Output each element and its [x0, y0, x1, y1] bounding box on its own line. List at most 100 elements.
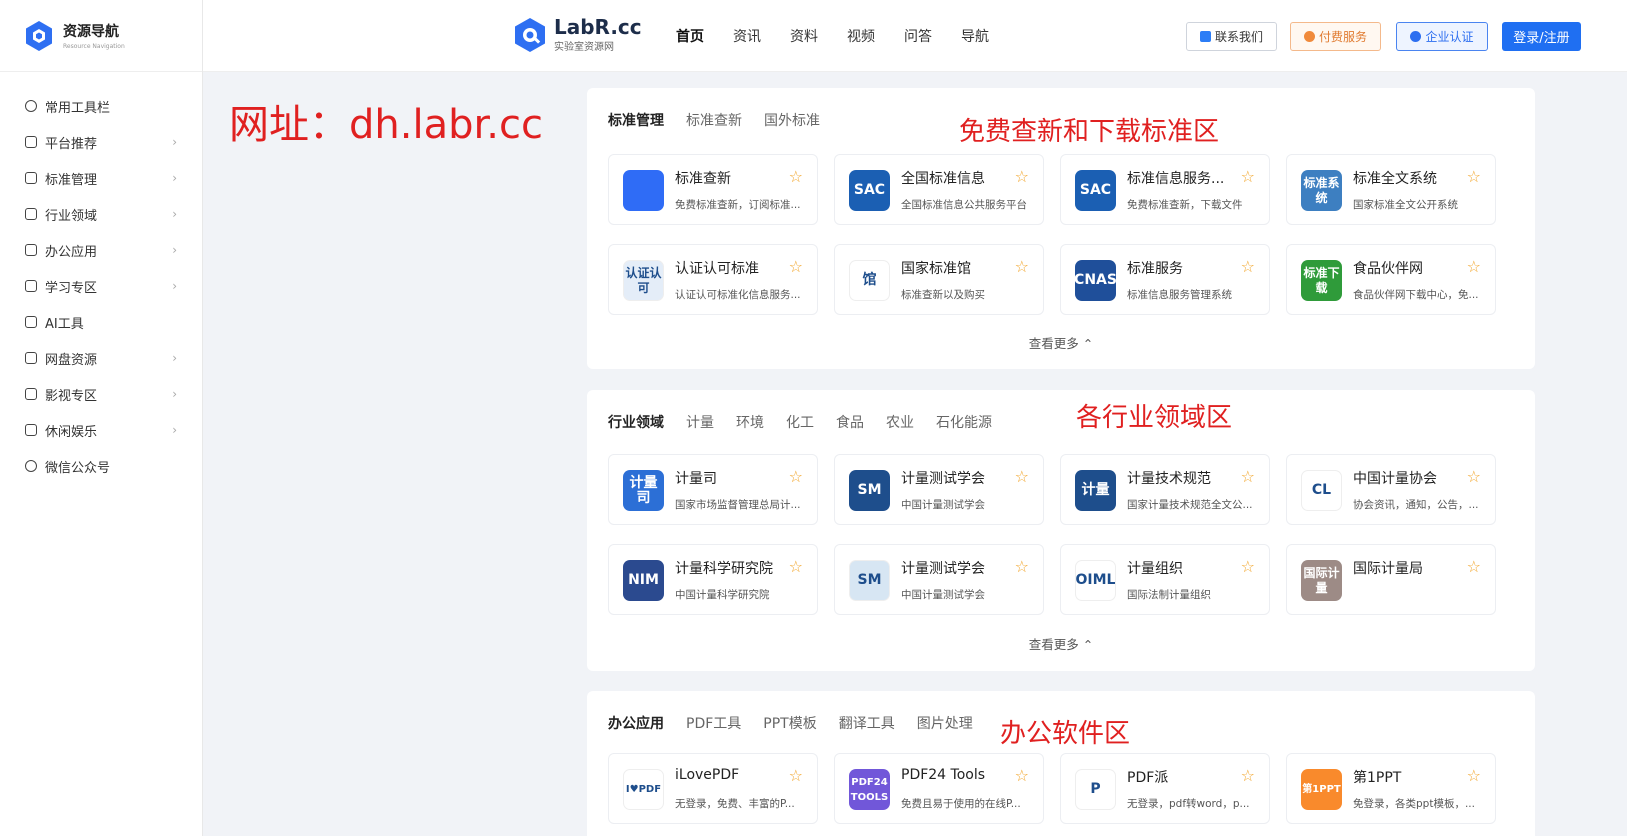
sidebar-item-label: 休闲娱乐	[45, 424, 98, 440]
resource-card[interactable]: SAC 全国标准信息 全国标准信息公共服务平台 ☆	[834, 154, 1044, 225]
star-favorite-icon[interactable]: ☆	[789, 766, 803, 785]
sidebar-logo[interactable]: 资源导航 Resource Navigation	[0, 0, 202, 72]
brand-subtitle: 实验室资源网	[554, 42, 614, 53]
star-favorite-icon[interactable]: ☆	[1015, 557, 1029, 576]
topnav-video[interactable]: 视频	[847, 26, 875, 46]
contact-us-button[interactable]: 联系我们	[1186, 22, 1277, 51]
tab-industry[interactable]: 行业领域	[608, 412, 664, 432]
tab-agriculture[interactable]: 农业	[886, 412, 914, 432]
brand-logo[interactable]: LabR.cc 实验室资源网	[513, 17, 642, 53]
star-favorite-icon[interactable]: ☆	[1241, 766, 1255, 785]
resource-card[interactable]: PDF24 TOOLS PDF24 Tools 免费且易于使用的在线P... ☆	[834, 753, 1044, 824]
tab-translation[interactable]: 翻译工具	[839, 713, 895, 733]
sidebar-item-standards[interactable]: 标准管理 ›	[0, 160, 202, 196]
star-favorite-icon[interactable]: ☆	[789, 557, 803, 576]
card-description: 中国计量测试学会	[901, 499, 985, 511]
star-favorite-icon[interactable]: ☆	[1241, 467, 1255, 486]
sidebar-item-leisure[interactable]: 休闲娱乐 ›	[0, 412, 202, 448]
star-favorite-icon[interactable]: ☆	[1467, 167, 1481, 186]
topnav-navigation[interactable]: 导航	[961, 26, 989, 46]
resource-card[interactable]: P PDF派 无登录，pdf转word，p... ☆	[1060, 753, 1270, 824]
card-title: 全国标准信息	[901, 171, 985, 187]
sidebar-item-common-tools[interactable]: 常用工具栏	[0, 88, 202, 124]
tab-chemical[interactable]: 化工	[786, 412, 814, 432]
tab-standards-management[interactable]: 标准管理	[608, 110, 664, 130]
card-description: 中国计量测试学会	[901, 589, 985, 601]
tab-image-processing[interactable]: 图片处理	[917, 713, 973, 733]
resource-card[interactable]: 计量司 计量司 国家市场监督管理总局计... ☆	[608, 454, 818, 525]
sidebar-item-video[interactable]: 影视专区 ›	[0, 376, 202, 412]
card-description: 免登录，各类ppt模板，...	[1353, 798, 1475, 810]
metrology-dept-icon: 计量司	[623, 470, 664, 511]
star-favorite-icon[interactable]: ☆	[1467, 467, 1481, 486]
tab-pdf-tools[interactable]: PDF工具	[686, 713, 741, 733]
enterprise-cert-button[interactable]: 企业认证	[1396, 22, 1488, 51]
see-more-link[interactable]: 查看更多 ⌃	[587, 333, 1535, 352]
sidebar-item-ai-tools[interactable]: AI工具	[0, 304, 202, 340]
resource-card[interactable]: SM 计量测试学会 中国计量测试学会 ☆	[834, 544, 1044, 615]
star-favorite-icon[interactable]: ☆	[1467, 257, 1481, 276]
sidebar-item-wechat[interactable]: 微信公众号	[0, 448, 202, 484]
topnav-news[interactable]: 资讯	[733, 26, 761, 46]
resource-card[interactable]: 馆国家标准馆 标准查新以及购买 ☆	[834, 244, 1044, 315]
resource-card[interactable]: 标准下载 食品伙伴网 食品伙伴网下载中心，免... ☆	[1286, 244, 1496, 315]
star-favorite-icon[interactable]: ☆	[1467, 766, 1481, 785]
resource-card[interactable]: I♥PDF iLovePDF 无登录，免费、丰富的P... ☆	[608, 753, 818, 824]
login-register-button[interactable]: 登录/注册	[1502, 22, 1581, 51]
star-favorite-icon[interactable]: ☆	[1015, 167, 1029, 186]
star-favorite-icon[interactable]: ☆	[789, 467, 803, 486]
pdf24-logo-icon: PDF24 TOOLS	[849, 769, 890, 810]
star-favorite-icon[interactable]: ☆	[789, 257, 803, 276]
resource-card[interactable]: 标准查新 免费标准查新，订阅标准... ☆	[608, 154, 818, 225]
star-favorite-icon[interactable]: ☆	[1241, 557, 1255, 576]
resource-card[interactable]: SM 计量测试学会 中国计量测试学会 ☆	[834, 454, 1044, 525]
resource-card[interactable]: SAC 标准信息服务... 免费标准查新，下载文件 ☆	[1060, 154, 1270, 225]
star-favorite-icon[interactable]: ☆	[1241, 257, 1255, 276]
sidebar-item-label: 学习专区	[45, 280, 98, 296]
star-favorite-icon[interactable]: ☆	[1241, 167, 1255, 186]
resource-card[interactable]: CNAS 标准服务 标准信息服务管理系统 ☆	[1060, 244, 1270, 315]
star-favorite-icon[interactable]: ☆	[789, 167, 803, 186]
tab-petrochemical[interactable]: 石化能源	[936, 412, 992, 432]
card-title: PDF24 Tools	[901, 767, 986, 783]
tab-office[interactable]: 办公应用	[608, 713, 664, 733]
chevron-right-icon: ›	[172, 171, 177, 185]
resource-card[interactable]: NIM 计量科学研究院 中国计量科学研究院 ☆	[608, 544, 818, 615]
star-favorite-icon[interactable]: ☆	[1015, 467, 1029, 486]
sidebar-item-study[interactable]: 学习专区 ›	[0, 268, 202, 304]
card-description: 标准查新以及购买	[901, 289, 985, 301]
paid-service-button[interactable]: 付费服务	[1290, 22, 1381, 51]
chevron-right-icon: ›	[172, 135, 177, 149]
wechat-icon	[25, 460, 37, 472]
see-more-link[interactable]: 查看更多 ⌃	[587, 634, 1535, 653]
tab-foreign-standards[interactable]: 国外标准	[764, 110, 820, 130]
star-favorite-icon[interactable]: ☆	[1467, 557, 1481, 576]
tab-ppt-templates[interactable]: PPT模板	[763, 713, 816, 733]
tab-standard-lookup[interactable]: 标准查新	[686, 110, 742, 130]
star-favorite-icon[interactable]: ☆	[1015, 766, 1029, 785]
sidebar-item-office[interactable]: 办公应用 ›	[0, 232, 202, 268]
topnav-qa[interactable]: 问答	[904, 26, 932, 46]
topnav-home[interactable]: 首页	[676, 26, 704, 46]
resource-card[interactable]: 标准系统 标准全文系统 国家标准全文公开系统 ☆	[1286, 154, 1496, 225]
sidebar-item-recommend[interactable]: 平台推荐 ›	[0, 124, 202, 160]
oiml-logo-icon: OIML	[1075, 560, 1116, 601]
resource-card[interactable]: 计量 计量技术规范 国家计量技术规范全文公... ☆	[1060, 454, 1270, 525]
bipm-icon: 国际计量	[1301, 560, 1342, 601]
topnav-materials[interactable]: 资料	[790, 26, 818, 46]
resource-card[interactable]: 国际计量 国际计量局 ☆	[1286, 544, 1496, 615]
tab-food[interactable]: 食品	[836, 412, 864, 432]
star-favorite-icon[interactable]: ☆	[1015, 257, 1029, 276]
resource-card[interactable]: 第1PPT 第1PPT 免登录，各类ppt模板，... ☆	[1286, 753, 1496, 824]
sidebar-item-netdisk[interactable]: 网盘资源 ›	[0, 340, 202, 376]
tab-metrology[interactable]: 计量	[686, 412, 714, 432]
sidebar-item-industry[interactable]: 行业领域 ›	[0, 196, 202, 232]
card-title: 食品伙伴网	[1353, 261, 1423, 277]
tab-environment[interactable]: 环境	[736, 412, 764, 432]
sidebar: 资源导航 Resource Navigation 常用工具栏 平台推荐 › 标准管…	[0, 0, 203, 836]
resource-card[interactable]: OIML 计量组织 国际法制计量组织 ☆	[1060, 544, 1270, 615]
resource-card[interactable]: 认证认可 认证认可标准 认证认可标准化信息服务... ☆	[608, 244, 818, 315]
expand-chevron-icon: ⌃	[1082, 637, 1094, 652]
chevron-right-icon: ›	[172, 279, 177, 293]
resource-card[interactable]: CL 中国计量协会 协会资讯，通知，公告，... ☆	[1286, 454, 1496, 525]
